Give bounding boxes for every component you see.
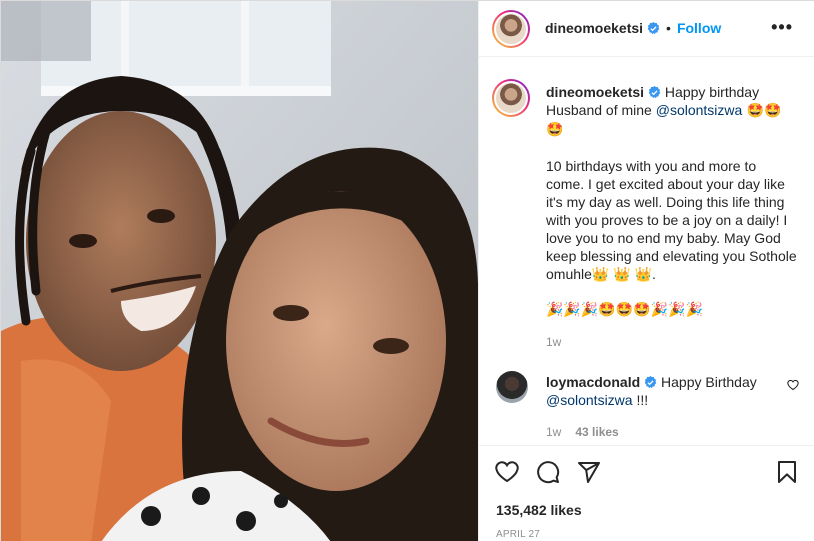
comment-text: loymacdonald Happy Birthday @solontsizwa…	[546, 373, 776, 409]
post-details-panel: dineomoeketsi • Follow ••• dineomoeketsi	[478, 1, 814, 541]
post-date[interactable]: APRIL 27	[496, 529, 540, 540]
separator-dot: •	[666, 20, 671, 36]
caption-timestamp[interactable]: 1w	[546, 333, 798, 351]
commenter-avatar[interactable]	[496, 371, 528, 403]
share-icon[interactable]	[577, 460, 601, 484]
comment-suffix: !!!	[632, 392, 649, 408]
caption-author-avatar[interactable]	[492, 79, 530, 117]
post-header: dineomoeketsi • Follow •••	[479, 1, 814, 57]
verified-badge-icon	[648, 86, 661, 99]
author-info: dineomoeketsi • Follow	[545, 20, 721, 36]
post-photo[interactable]	[1, 1, 478, 541]
commenter-username[interactable]: loymacdonald	[546, 374, 640, 390]
post-likes-count[interactable]: 135,482 likes	[496, 502, 582, 518]
caption-text: dineomoeketsi Happy birthday Husband of …	[546, 83, 798, 351]
caption-line-1: dineomoeketsi Happy birthday Husband of …	[546, 83, 798, 139]
more-options-icon[interactable]: •••	[771, 18, 793, 36]
verified-badge-icon	[647, 21, 660, 34]
verified-badge-icon	[644, 376, 657, 389]
post-actions: 135,482 likes APRIL 27	[479, 445, 814, 541]
author-username[interactable]: dineomoeketsi	[545, 20, 643, 36]
heart-icon[interactable]	[495, 460, 519, 484]
caption-username[interactable]: dineomoeketsi	[546, 84, 644, 100]
follow-button[interactable]: Follow	[677, 20, 721, 36]
comment-icon[interactable]	[536, 460, 560, 484]
comment-meta: 1w 43 likes	[546, 425, 619, 439]
caption-mention-link[interactable]: @solontsizwa	[656, 102, 743, 118]
bookmark-icon[interactable]	[776, 460, 798, 484]
comment-mention-link[interactable]: @solontsizwa	[546, 392, 633, 408]
comment-likes[interactable]: 43 likes	[575, 425, 618, 439]
caption-paragraph-3: 🎉🎉🎉🤩🤩🤩🎉🎉🎉	[546, 302, 703, 318]
selfie-image	[1, 1, 478, 541]
post-modal: dineomoeketsi • Follow ••• dineomoeketsi	[0, 0, 814, 541]
comment-like-heart-icon[interactable]	[787, 379, 799, 391]
comment-body: Happy Birthday	[661, 374, 757, 390]
caption-paragraph-2: 10 birthdays with you and more to come. …	[546, 158, 797, 282]
author-avatar[interactable]	[492, 10, 530, 48]
comment-timestamp[interactable]: 1w	[546, 425, 561, 439]
